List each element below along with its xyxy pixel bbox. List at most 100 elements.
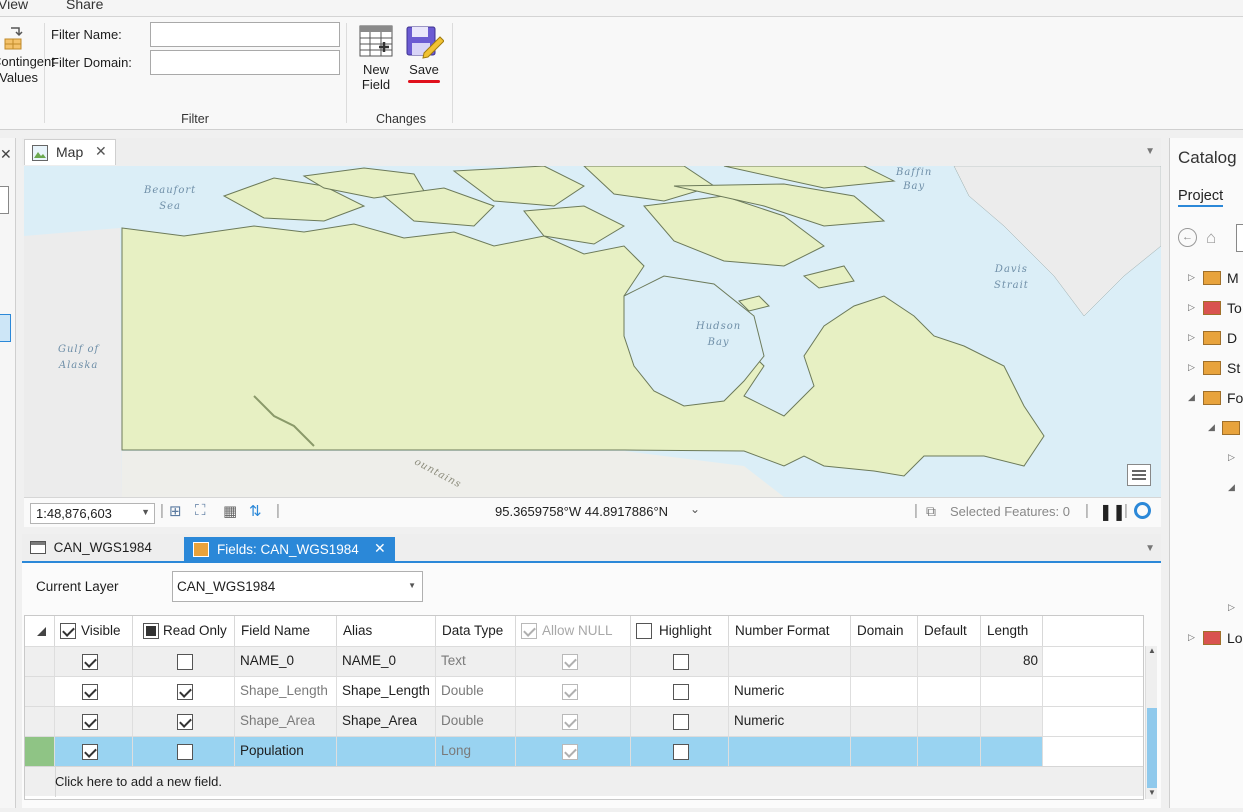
highlight-checkbox[interactable] (673, 744, 689, 760)
cell-alias[interactable] (337, 737, 436, 767)
tab-project[interactable]: Project (1178, 188, 1224, 207)
visible-checkbox[interactable] (82, 714, 98, 730)
cell-visible[interactable] (55, 647, 133, 677)
column-header-read-only[interactable]: Read Only (133, 616, 235, 646)
cell-read-only[interactable] (133, 647, 235, 677)
collapse-icon[interactable]: ◢ (1228, 482, 1235, 493)
tab-share[interactable]: Share (66, 0, 103, 12)
cell-field-name[interactable]: Shape_Length (235, 677, 337, 707)
cell-number-format[interactable]: Numeric (729, 677, 851, 707)
cell-read-only[interactable] (133, 707, 235, 737)
grid-icon[interactable]: ⊞ (169, 502, 182, 520)
cell-allow-null[interactable] (516, 677, 631, 707)
map-pane-menu-icon[interactable]: ▼ (1145, 146, 1155, 157)
cell-field-name[interactable]: NAME_0 (235, 647, 337, 677)
expand-icon[interactable]: ▷ (1188, 272, 1195, 283)
cell-visible[interactable] (55, 677, 133, 707)
map-view[interactable]: Beaufort Sea Gulf of Alaska Hudson Bay B… (24, 166, 1161, 497)
visible-checkbox[interactable] (82, 744, 98, 760)
cell-default[interactable] (918, 677, 981, 707)
cell-data-type[interactable]: Double (436, 677, 516, 707)
column-header-data-type[interactable]: Data Type (436, 616, 516, 646)
column-header-allow-null[interactable]: Allow NULL (516, 616, 631, 646)
expand-icon[interactable]: ▷ (1188, 362, 1195, 373)
contents-search-input[interactable] (0, 186, 9, 214)
cell-length[interactable] (981, 707, 1043, 737)
cell-length[interactable] (981, 737, 1043, 767)
scroll-down-icon[interactable]: ▼ (1148, 788, 1156, 797)
scroll-up-icon[interactable]: ▲ (1148, 646, 1156, 655)
catalog-item[interactable]: ▷ D (1170, 328, 1243, 348)
legend-icon[interactable] (1127, 464, 1151, 486)
cell-domain[interactable] (851, 737, 918, 767)
cell-highlight[interactable] (631, 737, 729, 767)
read-only-checkbox[interactable] (177, 654, 193, 670)
scrollbar-thumb[interactable] (1147, 708, 1157, 788)
cell-read-only[interactable] (133, 737, 235, 767)
contingent-values-button[interactable]: Contingent Values (0, 25, 55, 86)
home-icon[interactable]: ⌂ (1206, 228, 1216, 248)
catalog-item[interactable]: ▷ (1170, 448, 1243, 468)
cell-allow-null[interactable] (516, 647, 631, 677)
tab-fields[interactable]: Fields: CAN_WGS1984 ✕ (184, 537, 395, 563)
column-header-number-format[interactable]: Number Format (729, 616, 851, 646)
scale-selector[interactable]: 1:48,876,603 ▼ (30, 503, 155, 524)
column-header-field-name[interactable]: Field Name (235, 616, 337, 646)
catalog-item[interactable]: ◢ Fo (1170, 388, 1243, 408)
collapse-icon[interactable]: ◢ (1188, 392, 1195, 403)
save-button[interactable]: Save (402, 23, 446, 83)
selected-features-count[interactable]: Selected Features: 0 (950, 504, 1070, 519)
visible-checkbox[interactable] (82, 684, 98, 700)
navigator-icon[interactable]: ⇅ (249, 502, 262, 520)
column-header-highlight[interactable]: Highlight (631, 616, 729, 646)
cell-default[interactable] (918, 647, 981, 677)
catalog-item[interactable]: ▷ St (1170, 358, 1243, 378)
back-icon[interactable]: ← (1178, 228, 1197, 247)
column-header-alias[interactable]: Alias (337, 616, 436, 646)
cell-highlight[interactable] (631, 677, 729, 707)
cell-field-name[interactable]: Population (235, 737, 337, 767)
cell-alias[interactable]: Shape_Length (337, 677, 436, 707)
highlight-checkbox[interactable] (673, 684, 689, 700)
cell-length[interactable]: 80 (981, 647, 1043, 677)
filter-domain-input[interactable] (150, 50, 340, 75)
cell-number-format[interactable]: Numeric (729, 707, 851, 737)
visible-checkbox[interactable] (82, 654, 98, 670)
expand-icon[interactable]: ▷ (1228, 602, 1235, 613)
expand-icon[interactable]: ▷ (1188, 302, 1195, 313)
cell-number-format[interactable] (729, 647, 851, 677)
column-header-length[interactable]: Length (981, 616, 1043, 646)
table-row[interactable]: Shape_Area Shape_Area Double Numeric (25, 706, 1143, 737)
cell-alias[interactable]: Shape_Area (337, 707, 436, 737)
current-layer-select[interactable]: CAN_WGS1984 ▼ (172, 571, 423, 602)
snapping-icon[interactable]: ⛶ (195, 502, 206, 519)
cell-default[interactable] (918, 707, 981, 737)
row-selector[interactable] (25, 647, 55, 677)
highlight-checkbox[interactable] (673, 714, 689, 730)
close-map-tab-icon[interactable]: ✕ (95, 143, 107, 160)
read-only-checkbox[interactable] (177, 744, 193, 760)
catalog-item[interactable]: ▷ Lo (1170, 628, 1243, 648)
vertical-scrollbar[interactable]: ▲ ▼ (1145, 646, 1157, 799)
row-selector[interactable] (25, 677, 55, 707)
cell-domain[interactable] (851, 677, 918, 707)
expand-icon[interactable]: ▷ (1188, 632, 1195, 643)
cell-allow-null[interactable] (516, 737, 631, 767)
cell-data-type[interactable]: Double (436, 707, 516, 737)
cell-domain[interactable] (851, 707, 918, 737)
cell-alias[interactable]: NAME_0 (337, 647, 436, 677)
catalog-item[interactable]: ◢ (1170, 418, 1243, 438)
cell-allow-null[interactable] (516, 707, 631, 737)
catalog-item[interactable]: ▷ To (1170, 298, 1243, 318)
tab-view[interactable]: View (0, 0, 28, 12)
expand-icon[interactable]: ▷ (1228, 452, 1235, 463)
coordinates-chevron-icon[interactable]: ⌄ (690, 502, 700, 516)
cell-field-name[interactable]: Shape_Area (235, 707, 337, 737)
expand-icon[interactable]: ▷ (1188, 332, 1195, 343)
catalog-item[interactable]: ▷ M (1170, 268, 1243, 288)
filter-name-input[interactable] (150, 22, 340, 47)
table-row[interactable]: Population Long (25, 736, 1143, 767)
cell-visible[interactable] (55, 737, 133, 767)
cell-read-only[interactable] (133, 677, 235, 707)
collapse-icon[interactable]: ◢ (1208, 422, 1215, 433)
